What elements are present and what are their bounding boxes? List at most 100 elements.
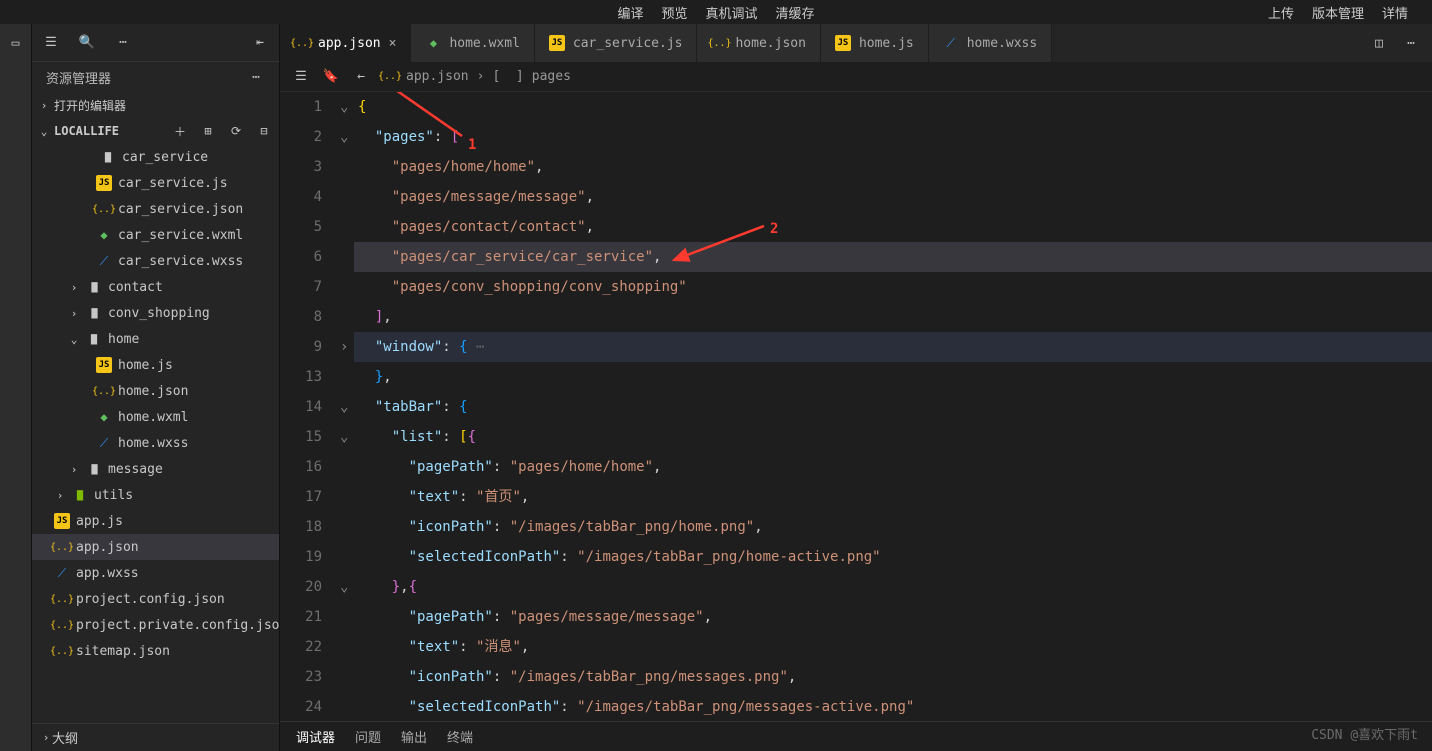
tree-item-label: app.js: [76, 514, 123, 529]
editor-tab[interactable]: car_service.js: [535, 24, 698, 62]
code-editor[interactable]: 123456789131415161718192021222324 ⌄⌄›⌄⌄⌄…: [280, 92, 1432, 721]
tree-item-label: contact: [108, 280, 163, 295]
activity-bar: ▭: [0, 24, 32, 751]
folder-icon: [86, 461, 102, 477]
bookmark-icon[interactable]: 🔖: [322, 68, 340, 86]
tree-item[interactable]: home.wxml: [32, 404, 279, 430]
breadcrumb-symbol[interactable]: pages: [532, 69, 571, 84]
menu-item[interactable]: 上传: [1268, 3, 1294, 22]
code-line[interactable]: "selectedIconPath": "/images/tabBar_png/…: [354, 692, 1432, 721]
code-line[interactable]: "pages/message/message",: [354, 182, 1432, 212]
menu-item[interactable]: 详情: [1382, 3, 1408, 22]
code-line[interactable]: "iconPath": "/images/tabBar_png/messages…: [354, 662, 1432, 692]
json-icon: [54, 643, 70, 659]
tree-item[interactable]: ›message: [32, 456, 279, 482]
close-icon[interactable]: ×: [389, 36, 397, 51]
code-line[interactable]: "pages/conv_shopping/conv_shopping": [354, 272, 1432, 302]
tree-item[interactable]: app.js: [32, 508, 279, 534]
panel-tab[interactable]: 终端: [447, 727, 473, 746]
tree-item[interactable]: home.json: [32, 378, 279, 404]
tree-item-label: car_service.wxml: [118, 228, 243, 243]
tree-item[interactable]: car_service.js: [32, 170, 279, 196]
folder-icon: [86, 305, 102, 321]
code-line[interactable]: },: [354, 362, 1432, 392]
menu-item[interactable]: 版本管理: [1312, 3, 1364, 22]
tree-item[interactable]: ›utils: [32, 482, 279, 508]
code-line[interactable]: "pages/home/home",: [354, 152, 1432, 182]
section-outline[interactable]: › 大纲: [32, 723, 279, 751]
js-icon: [549, 35, 565, 51]
collapse-icon[interactable]: ⇤: [251, 34, 269, 52]
section-open-editors[interactable]: › 打开的编辑器: [32, 92, 279, 118]
menu-item[interactable]: 清缓存: [776, 3, 815, 22]
tree-item[interactable]: ›contact: [32, 274, 279, 300]
section-project[interactable]: ⌄ LOCALLIFE ＋ ⊞ ⟳ ⊟: [32, 118, 279, 144]
more-icon[interactable]: ⋯: [114, 34, 132, 52]
editor-tab[interactable]: home.json: [697, 24, 820, 62]
code-line[interactable]: "pagePath": "pages/home/home",: [354, 452, 1432, 482]
tree-item-label: utils: [94, 488, 133, 503]
more-icon[interactable]: ⋯: [1402, 34, 1420, 52]
new-folder-icon[interactable]: ⊞: [199, 122, 217, 140]
tree-item[interactable]: home.js: [32, 352, 279, 378]
window-icon[interactable]: ▭: [7, 34, 25, 52]
list-icon[interactable]: ☰: [292, 68, 310, 86]
tree-item[interactable]: car_service.json: [32, 196, 279, 222]
menu-item[interactable]: 编译: [617, 3, 643, 22]
tree-item[interactable]: app.json: [32, 534, 279, 560]
tree-item-label: app.wxss: [76, 566, 139, 581]
split-icon[interactable]: ◫: [1370, 34, 1388, 52]
back-icon[interactable]: ←: [352, 68, 370, 86]
tree-item[interactable]: car_service.wxml: [32, 222, 279, 248]
editor-tab[interactable]: home.js: [821, 24, 929, 62]
folder-open-icon: [100, 149, 116, 165]
tree-item[interactable]: project.private.config.json: [32, 612, 279, 638]
more-icon[interactable]: ⋯: [247, 68, 265, 86]
code-line[interactable]: "pages": [: [354, 122, 1432, 152]
tab-label: home.wxss: [967, 36, 1037, 51]
tree-item-label: message: [108, 462, 163, 477]
code-line[interactable]: ],: [354, 302, 1432, 332]
code-line[interactable]: "list": [{: [354, 422, 1432, 452]
panel-tab[interactable]: 输出: [401, 727, 427, 746]
code-line[interactable]: "window": { ⋯: [354, 332, 1432, 362]
code-line[interactable]: "tabBar": {: [354, 392, 1432, 422]
tree-item[interactable]: ›conv_shopping: [32, 300, 279, 326]
menu-item[interactable]: 预览: [661, 3, 687, 22]
search-icon[interactable]: 🔍: [78, 34, 96, 52]
editor-tab[interactable]: app.json×: [280, 24, 411, 62]
refresh-icon[interactable]: ⟳: [227, 122, 245, 140]
breadcrumb-file[interactable]: app.json: [406, 69, 469, 84]
tree-item[interactable]: project.config.json: [32, 586, 279, 612]
code-line[interactable]: },{: [354, 572, 1432, 602]
wxss-icon: [54, 565, 70, 581]
code-line[interactable]: "iconPath": "/images/tabBar_png/home.png…: [354, 512, 1432, 542]
new-file-icon[interactable]: ＋: [171, 122, 189, 140]
tree-item[interactable]: home.wxss: [32, 430, 279, 456]
code-line[interactable]: "text": "首页",: [354, 482, 1432, 512]
menu-icon[interactable]: ☰: [42, 34, 60, 52]
tree-item[interactable]: ⌄home: [32, 326, 279, 352]
tree-item[interactable]: car_service: [32, 144, 279, 170]
tab-label: home.wxml: [449, 36, 519, 51]
panel-tab[interactable]: 问题: [355, 727, 381, 746]
code-line[interactable]: "text": "消息",: [354, 632, 1432, 662]
editor-tab[interactable]: home.wxss: [929, 24, 1052, 62]
panel-tab[interactable]: 调试器: [296, 727, 335, 746]
editor-area: app.json×home.wxmlcar_service.jshome.jso…: [280, 24, 1432, 751]
tree-item-label: car_service.json: [118, 202, 243, 217]
tree-item[interactable]: app.wxss: [32, 560, 279, 586]
editor-tab[interactable]: home.wxml: [411, 24, 534, 62]
code-line[interactable]: "pagePath": "pages/message/message",: [354, 602, 1432, 632]
code-line[interactable]: {: [354, 92, 1432, 122]
tree-item[interactable]: car_service.wxss: [32, 248, 279, 274]
code-line[interactable]: "pages/car_service/car_service",: [354, 242, 1432, 272]
code-line[interactable]: "pages/contact/contact",: [354, 212, 1432, 242]
tree-item[interactable]: sitemap.json: [32, 638, 279, 664]
tree-item-label: home.wxss: [118, 436, 188, 451]
tree-item-label: project.config.json: [76, 592, 225, 607]
menu-item[interactable]: 真机调试: [706, 3, 758, 22]
code-line[interactable]: "selectedIconPath": "/images/tabBar_png/…: [354, 542, 1432, 572]
collapse-all-icon[interactable]: ⊟: [255, 122, 273, 140]
json-icon: [294, 35, 310, 51]
